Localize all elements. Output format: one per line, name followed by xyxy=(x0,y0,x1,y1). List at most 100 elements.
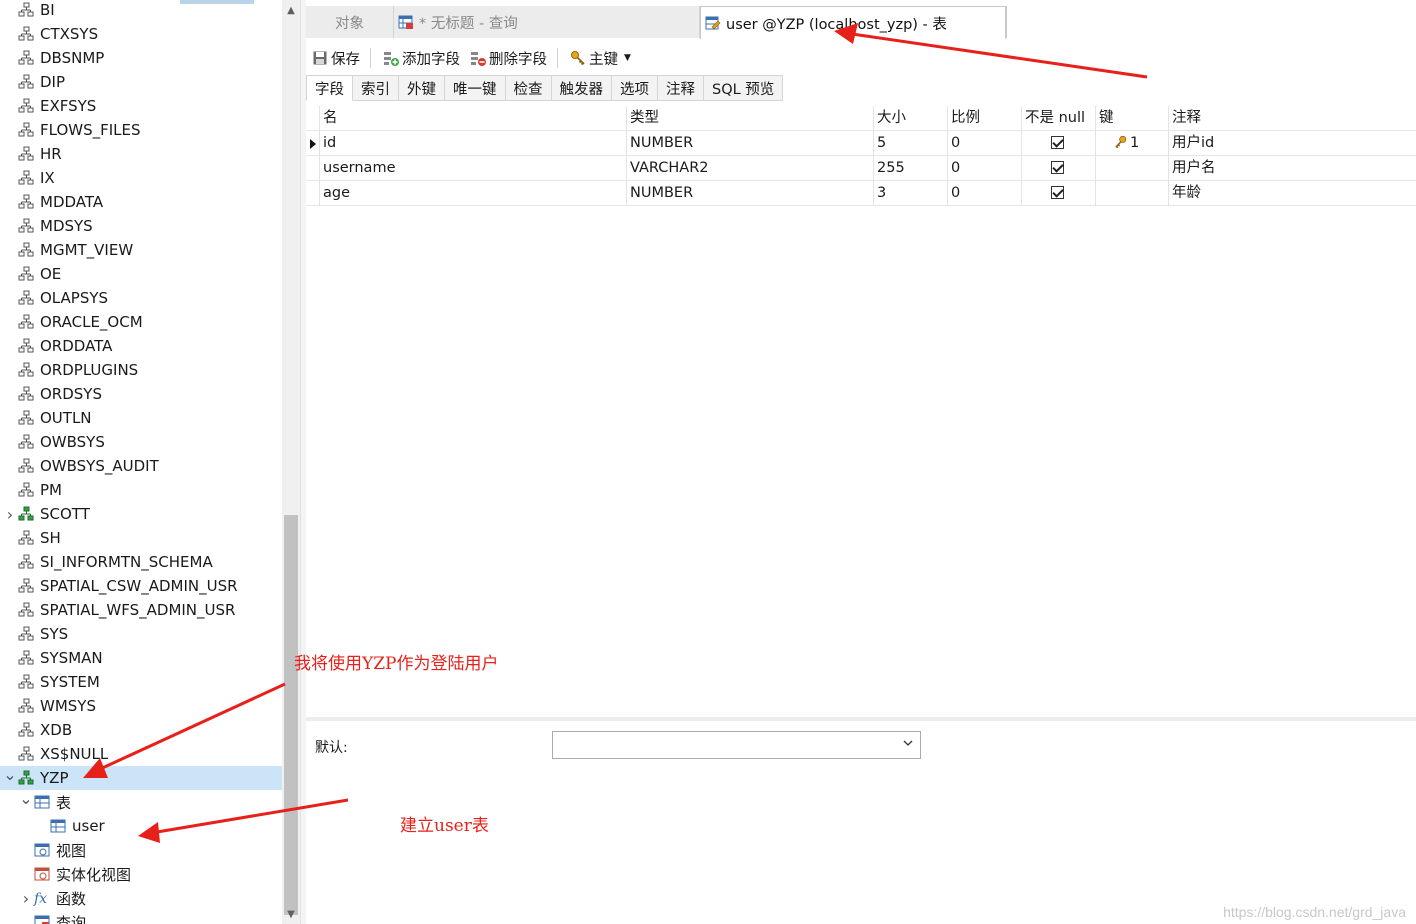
subtab-3[interactable]: 唯一键 xyxy=(445,75,506,101)
field-type-cell[interactable]: NUMBER xyxy=(626,181,873,206)
tree-item-flows-files[interactable]: FLOWS_FILES xyxy=(0,118,282,142)
tree-item-mgmt-view[interactable]: MGMT_VIEW xyxy=(0,238,282,262)
tree-item-spatial-wfs-admin-usr[interactable]: SPATIAL_WFS_ADMIN_USR xyxy=(0,598,282,622)
tree-item-ordplugins[interactable]: ORDPLUGINS xyxy=(0,358,282,382)
field-type-cell[interactable]: VARCHAR2 xyxy=(626,156,873,181)
field-size-cell[interactable]: 5 xyxy=(873,131,947,156)
tree-item-exfsys[interactable]: EXFSYS xyxy=(0,94,282,118)
tree-item-sys[interactable]: SYS xyxy=(0,622,282,646)
field-scale-cell[interactable]: 0 xyxy=(947,131,1021,156)
tree-item-system[interactable]: SYSTEM xyxy=(0,670,282,694)
tree-item-oracle-ocm[interactable]: ORACLE_OCM xyxy=(0,310,282,334)
field-comment-cell[interactable]: 用户id xyxy=(1168,131,1416,156)
subtab-8[interactable]: SQL 预览 xyxy=(704,75,784,101)
collapsed-chevron-icon[interactable]: › xyxy=(3,505,17,524)
add-field-button[interactable]: 添加字段 xyxy=(379,45,464,71)
tree-item-bi[interactable]: BI xyxy=(0,0,282,22)
key-cell[interactable] xyxy=(1095,181,1168,206)
tree-item-user[interactable]: user xyxy=(0,814,282,838)
tree-item-ix[interactable]: IX xyxy=(0,166,282,190)
tree-item-ctxsys[interactable]: CTXSYS xyxy=(0,22,282,46)
column-header[interactable]: 注释 xyxy=(1168,106,1416,131)
tree-item-xs-null[interactable]: XS$NULL xyxy=(0,742,282,766)
column-header[interactable]: 大小 xyxy=(873,106,947,131)
field-row[interactable]: age NUMBER 3 0 年龄 xyxy=(306,181,1416,206)
tree-item--[interactable]: 查询 xyxy=(0,910,282,924)
tree-item--[interactable]: 视图 xyxy=(0,838,282,862)
field-scale-cell[interactable]: 0 xyxy=(947,181,1021,206)
tree-item-outln[interactable]: OUTLN xyxy=(0,406,282,430)
tree-item-dbsnmp[interactable]: DBSNMP xyxy=(0,46,282,70)
subtab-5[interactable]: 触发器 xyxy=(551,75,612,101)
not-null-checkbox-cell[interactable] xyxy=(1021,131,1095,156)
tree-item-mdsys[interactable]: MDSYS xyxy=(0,214,282,238)
tree-item-spatial-csw-admin-usr[interactable]: SPATIAL_CSW_ADMIN_USR xyxy=(0,574,282,598)
collapsed-chevron-icon[interactable]: › xyxy=(19,889,33,908)
not-null-checkbox-cell[interactable] xyxy=(1021,156,1095,181)
save-button[interactable]: 保存 xyxy=(308,45,364,71)
tree-scrollbar[interactable]: ▲ ▼ xyxy=(282,0,300,924)
tree-item-sysman[interactable]: SYSMAN xyxy=(0,646,282,670)
subtab-0[interactable]: 字段 xyxy=(306,75,353,101)
tree-item-scott[interactable]: › SCOTT xyxy=(0,502,282,526)
tree-item--[interactable]: 实体化视图 xyxy=(0,862,282,886)
tree-item-olapsys[interactable]: OLAPSYS xyxy=(0,286,282,310)
tree-item-xdb[interactable]: XDB xyxy=(0,718,282,742)
tree-item-sh[interactable]: SH xyxy=(0,526,282,550)
column-header[interactable]: 名 xyxy=(319,106,626,131)
properties-splitter[interactable] xyxy=(306,717,1416,721)
field-size-cell[interactable]: 3 xyxy=(873,181,947,206)
tree-item-ordsys[interactable]: ORDSYS xyxy=(0,382,282,406)
scroll-down-arrow[interactable]: ▼ xyxy=(282,906,300,924)
key-cell[interactable] xyxy=(1095,156,1168,181)
tree-item-wmsys[interactable]: WMSYS xyxy=(0,694,282,718)
expanded-chevron-icon[interactable]: ⌄ xyxy=(19,791,33,807)
tab-table-user[interactable]: user @YZP (localhost_yzp) - 表 xyxy=(700,6,1006,39)
tree-item-mddata[interactable]: MDDATA xyxy=(0,190,282,214)
field-row[interactable]: username VARCHAR2 255 0 用户名 xyxy=(306,156,1416,181)
not-null-checkbox-cell[interactable] xyxy=(1021,181,1095,206)
not-null-checkbox[interactable] xyxy=(1051,186,1064,199)
not-null-checkbox[interactable] xyxy=(1051,136,1064,149)
subtab-6[interactable]: 选项 xyxy=(612,75,658,101)
subtab-7[interactable]: 注释 xyxy=(658,75,704,101)
tree-item-hr[interactable]: HR xyxy=(0,142,282,166)
tree-item-dip[interactable]: DIP xyxy=(0,70,282,94)
tab-objects[interactable]: 对象 xyxy=(306,6,394,38)
primary-key-button[interactable]: 主键 ▼ xyxy=(566,45,635,71)
tree-item-owbsys[interactable]: OWBSYS xyxy=(0,430,282,454)
field-name-cell[interactable]: age xyxy=(319,181,626,206)
field-row[interactable]: id NUMBER 5 0 1 用户id xyxy=(306,131,1416,156)
tree-item-owbsys-audit[interactable]: OWBSYS_AUDIT xyxy=(0,454,282,478)
column-header[interactable]: 类型 xyxy=(626,106,873,131)
tab-query[interactable]: * 无标题 - 查询 xyxy=(394,6,700,38)
column-header[interactable]: 比例 xyxy=(947,106,1021,131)
subtab-1[interactable]: 索引 xyxy=(353,75,399,101)
tree-item-oe[interactable]: OE xyxy=(0,262,282,286)
column-header[interactable]: 不是 null xyxy=(1021,106,1095,131)
field-type-cell[interactable]: NUMBER xyxy=(626,131,873,156)
not-null-checkbox[interactable] xyxy=(1051,161,1064,174)
tree-item-orddata[interactable]: ORDDATA xyxy=(0,334,282,358)
delete-field-button[interactable]: 删除字段 xyxy=(466,45,551,71)
scroll-up-arrow[interactable]: ▲ xyxy=(282,2,300,20)
scrollbar-thumb[interactable] xyxy=(284,515,298,915)
column-header[interactable]: 键 xyxy=(1095,106,1168,131)
tree-item-pm[interactable]: PM xyxy=(0,478,282,502)
expanded-chevron-icon[interactable]: ⌄ xyxy=(3,767,17,783)
tree-item-yzp[interactable]: ⌄ YZP xyxy=(0,766,282,790)
tree-item--[interactable]: ⌄ 表 xyxy=(0,790,282,814)
navigation-tree[interactable]: BI CTXSYS DBSNMP DIP EXFSYS FLOWS_FILES HR IX MD… xyxy=(0,0,282,924)
field-comment-cell[interactable]: 用户名 xyxy=(1168,156,1416,181)
field-comment-cell[interactable]: 年龄 xyxy=(1168,181,1416,206)
key-cell[interactable]: 1 xyxy=(1095,131,1168,156)
field-size-cell[interactable]: 255 xyxy=(873,156,947,181)
subtab-2[interactable]: 外键 xyxy=(399,75,445,101)
field-name-cell[interactable]: id xyxy=(319,131,626,156)
field-name-cell[interactable]: username xyxy=(319,156,626,181)
tree-item-si-informtn-schema[interactable]: SI_INFORMTN_SCHEMA xyxy=(0,550,282,574)
default-value-select[interactable] xyxy=(552,731,921,759)
tree-item--[interactable]: › fx 函数 xyxy=(0,886,282,910)
subtab-4[interactable]: 检查 xyxy=(505,75,552,101)
field-scale-cell[interactable]: 0 xyxy=(947,156,1021,181)
